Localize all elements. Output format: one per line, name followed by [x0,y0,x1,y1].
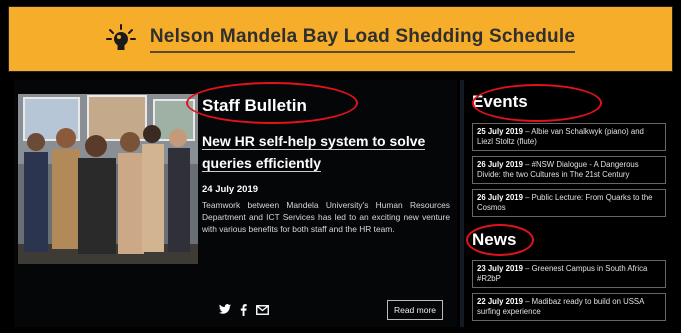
events-heading: Events [472,92,528,111]
staff-bulletin-panel: Staff Bulletin New HR self-help system t… [14,80,457,327]
read-more-button[interactable]: Read more [387,300,443,320]
twitter-icon[interactable] [219,304,231,319]
news-item[interactable]: 22 July 2019 – Madibaz ready to build on… [472,293,666,321]
facebook-icon-graphic [240,304,247,316]
article-summary: Teamwork between Mandela University's Hu… [202,200,450,234]
twitter-icon-graphic [219,304,231,314]
event-item[interactable]: 26 July 2019 – #NSW Dialogue - A Dangero… [472,156,666,184]
news-heading: News [472,230,517,249]
staff-group-photo[interactable] [18,94,198,264]
news-date: 22 July 2019 [477,297,523,306]
column-divider [460,80,464,327]
staff-bulletin-heading: Staff Bulletin [202,96,307,115]
event-date: 26 July 2019 [477,160,523,169]
facebook-icon[interactable] [240,304,247,319]
article-date: 24 July 2019 [202,184,258,195]
social-share-bar [219,304,269,319]
event-date: 26 July 2019 [477,193,523,202]
email-icon[interactable] [256,304,269,319]
events-news-panel: Events 25 July 2019 – Albie van Schalkwy… [468,80,673,327]
article-title-link[interactable]: New HR self-help system to solve queries… [202,133,426,172]
site-banner: Nelson Mandela Bay Load Shedding Schedul… [8,6,673,72]
news-item[interactable]: 23 July 2019 – Greenest Campus in South … [472,260,666,288]
photo-illustration [18,94,198,264]
email-icon-graphic [256,305,269,315]
site-title[interactable]: Nelson Mandela Bay Load Shedding Schedul… [149,26,576,53]
event-date: 25 July 2019 [477,127,523,136]
article-title[interactable]: New HR self-help system to solve queries… [202,130,432,174]
event-item[interactable]: 26 July 2019 – Public Lecture: From Quar… [472,189,666,217]
event-item[interactable]: 25 July 2019 – Albie van Schalkwyk (pian… [472,123,666,151]
news-date: 23 July 2019 [477,264,523,273]
main-content: Staff Bulletin New HR self-help system t… [8,74,673,333]
lightbulb-icon [105,24,136,50]
